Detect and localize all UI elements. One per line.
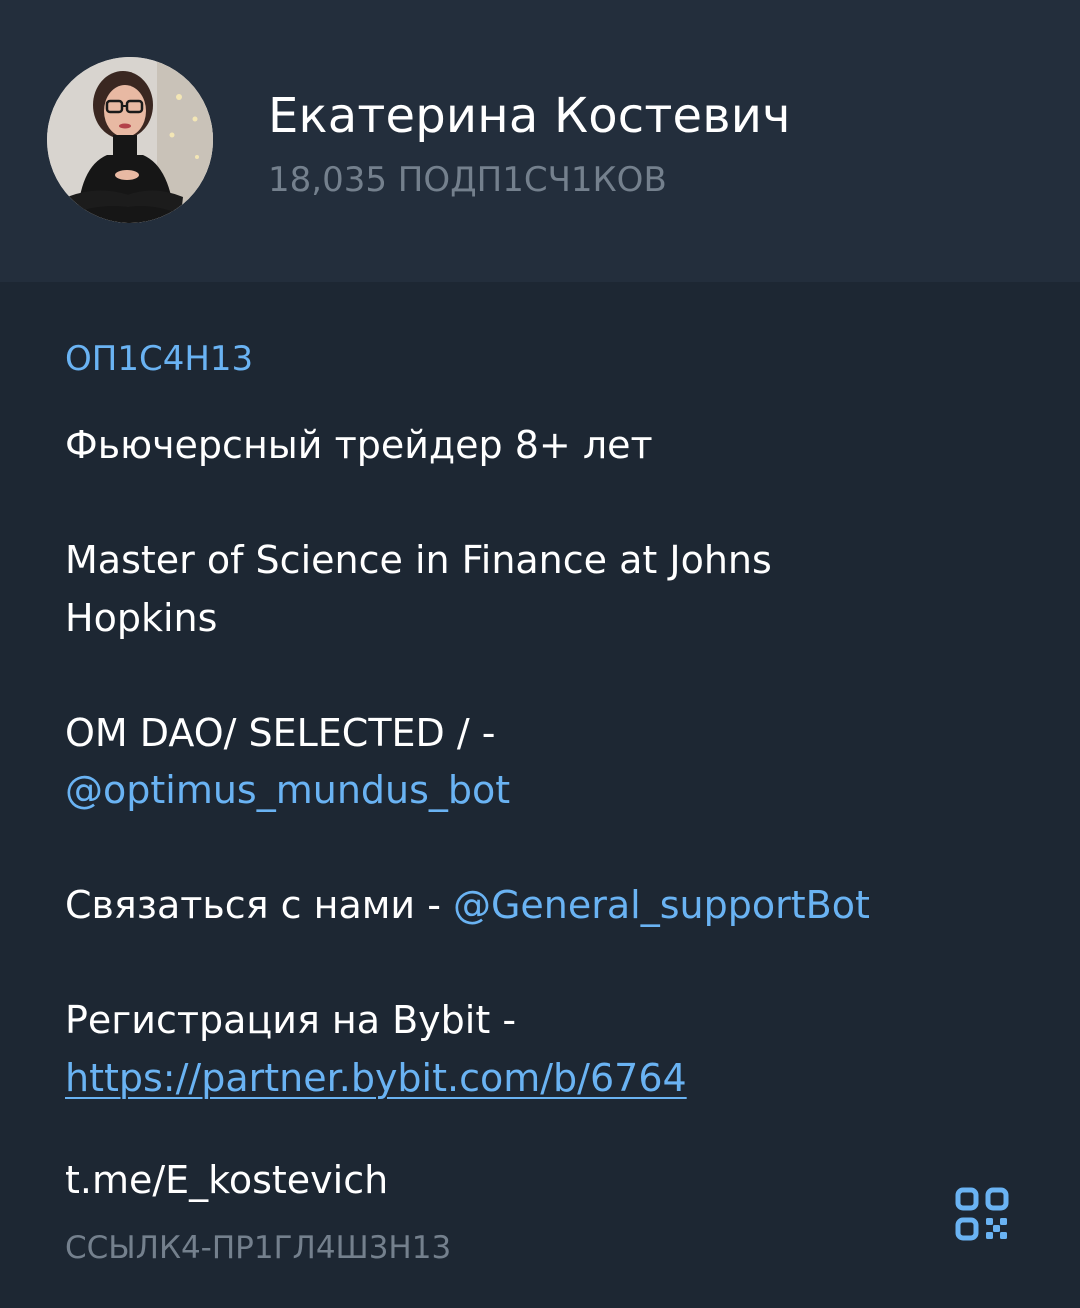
qr-code-icon[interactable] [955,1187,1009,1241]
optimus-bot-link[interactable]: @optimus_mundus_bot [65,768,510,812]
invite-link[interactable]: t.me/E_kostevich [65,1158,388,1202]
description-line-dao: OM DAO/ SELECTED / - [65,710,496,755]
description-line-bybit: Регистрация на Bybit - [65,998,517,1042]
support-bot-link[interactable]: @General_supportBot [453,883,870,927]
subscriber-count: 18,035 ПОДП1СЧ1КОВ [268,160,667,200]
profile-header: Екатерина Костевич 18,035 ПОДП1СЧ1КОВ [0,0,1080,282]
profile-name: Екатерина Костевич [268,88,791,144]
profile-info: ОП1С4Н13 Фьючерсный трейдер 8+ лет Maste… [0,282,1080,1308]
channel-description: Фьючерсный трейдер 8+ лет Master of Scie… [65,417,995,1107]
description-line-education-cont: Hopkins [65,595,218,640]
description-line-trader: Фьючерсный трейдер 8+ лет [65,423,653,467]
bybit-referral-link[interactable]: https://partner.bybit.com/b/6764 [65,1056,687,1100]
description-heading: ОП1С4Н13 [65,339,254,379]
invite-link-label: ССЫЛК4-ПР1ГЛ4Ш3Н13 [65,1230,452,1266]
description-line-education: Master of Science in Finance at Johns [65,538,772,582]
contact-label: Связаться с нами - [65,883,453,927]
avatar[interactable] [47,57,213,223]
avatar-photo [47,57,213,223]
